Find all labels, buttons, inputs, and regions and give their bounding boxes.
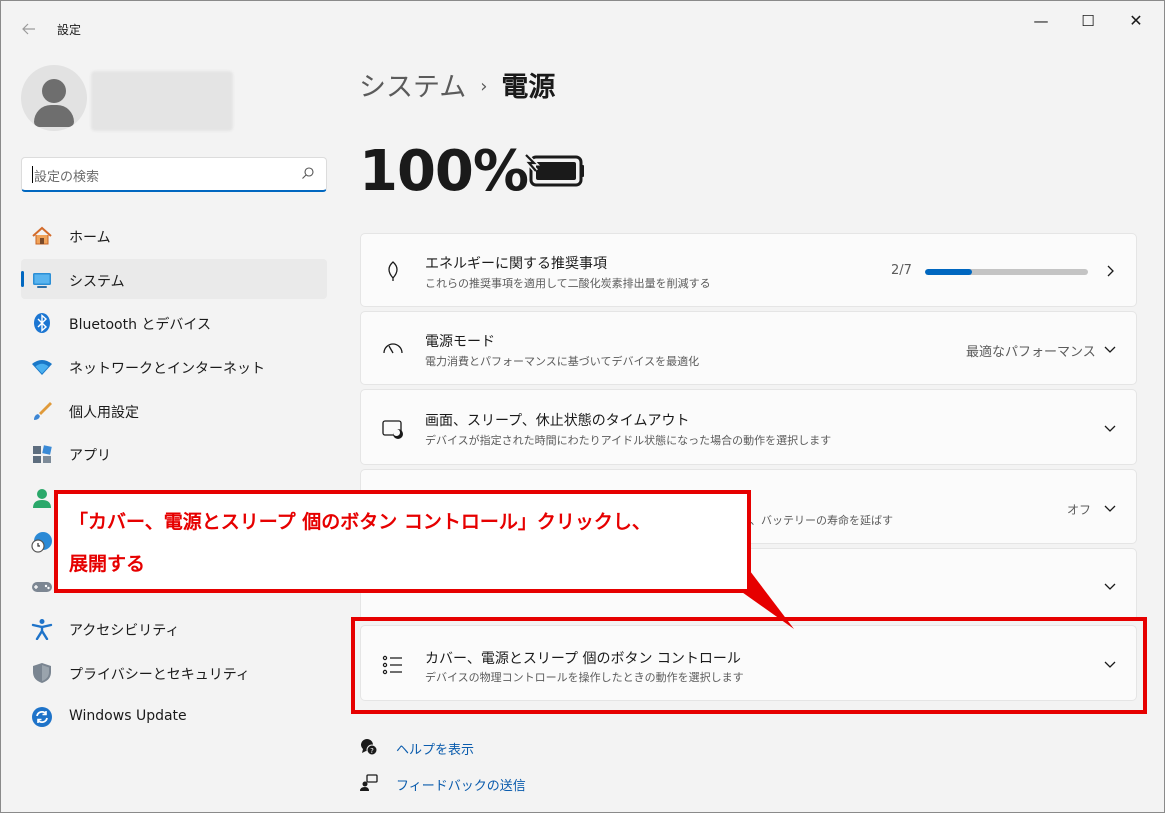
recommendation-count: 2/7: [891, 263, 912, 278]
time-language-icon: [31, 531, 52, 553]
user-profile[interactable]: [21, 65, 321, 133]
power-mode-card[interactable]: 電源モード 電力消費とパフォーマンスに基づいてデバイスを最適化 最適なパフォーマ…: [360, 311, 1137, 385]
chevron-right-icon: [1107, 265, 1114, 277]
speedometer-icon: [383, 343, 403, 354]
progress-fill: [925, 269, 972, 275]
card-title: 電源モード: [425, 334, 495, 350]
leaf-icon: [388, 261, 398, 281]
shield-icon: [33, 662, 51, 683]
gaming-icon: [32, 581, 52, 592]
screen-sleep-icon: [382, 420, 403, 439]
breadcrumb-parent[interactable]: システム: [359, 72, 466, 103]
maximize-button[interactable]: ☐: [1065, 7, 1111, 35]
sidebar-item-label: ホーム: [69, 230, 111, 246]
apps-icon: [33, 445, 52, 464]
annotation-callout: 「カバー、電源とスリープ 個のボタン コントロール」クリックし、 展開する: [54, 490, 751, 593]
svg-text:?: ?: [370, 747, 374, 755]
sidebar-item-label: ネットワークとインターネット: [69, 361, 265, 378]
sidebar-item-privacy[interactable]: プライバシーとセキュリティ: [21, 652, 327, 692]
breadcrumb-separator: ›: [480, 76, 488, 97]
power-mode-select[interactable]: 最適なパフォーマンス: [966, 341, 1096, 360]
chevron-down-icon[interactable]: [1102, 341, 1118, 357]
sidebar-item-home[interactable]: ホーム: [21, 215, 327, 255]
sidebar-item-label: システム: [69, 273, 125, 290]
battery-charging-icon: [525, 153, 584, 187]
screen-sleep-timeout-card[interactable]: 画面、スリープ、休止状態のタイムアウト デバイスが指定された時間にわたりアイドル…: [360, 389, 1137, 465]
wifi-icon: [32, 360, 52, 376]
minimize-button[interactable]: —: [1018, 7, 1064, 35]
accessibility-icon: [31, 619, 53, 641]
battery-saver-status: オフ: [1067, 503, 1092, 517]
card-description: これらの推奨事項を適用して二酸化炭素排出量を削減する: [425, 277, 711, 290]
card-description: 電力消費とパフォーマンスに基づいてデバイスを最適化: [425, 355, 700, 368]
sidebar-nav: ホーム システム Bluetooth とデバイス ネットワークとインターネット: [21, 215, 327, 739]
sidebar-item-label: Bluetooth とデバイス: [69, 317, 211, 334]
search-placeholder: 設定の検索: [34, 170, 100, 185]
annotation-text-line1: 「カバー、電源とスリープ 個のボタン コントロール」クリックし、: [69, 511, 651, 533]
breadcrumb: システム › 電源: [359, 65, 555, 104]
selection-indicator: [21, 270, 24, 287]
accounts-icon: [33, 489, 51, 509]
sidebar-item-label: 個人用設定: [69, 404, 139, 421]
card-title: 画面、スリープ、休止状態のタイムアウト: [425, 413, 690, 429]
card-title: エネルギーに関する推奨事項: [425, 256, 607, 272]
home-icon: [32, 226, 52, 245]
app-title: 設定: [57, 23, 82, 37]
feedback-link-label: フィードバックの送信: [396, 779, 526, 794]
sidebar-item-apps[interactable]: アプリ: [21, 433, 327, 473]
chevron-down-icon[interactable]: [1102, 420, 1118, 436]
back-button[interactable]: [15, 15, 43, 43]
search-input[interactable]: 設定の検索: [21, 157, 327, 192]
settings-window: 設定 — ☐ ✕ 設定の検索 ホーム システム Bluetooth とデバイス …: [0, 0, 1165, 813]
help-icon: ?: [361, 739, 378, 756]
annotation-highlight-box: [351, 617, 1147, 714]
battery-percentage: 100%: [359, 139, 529, 204]
sidebar-item-network[interactable]: ネットワークとインターネット: [21, 346, 327, 386]
help-link-label: ヘルプを表示: [396, 743, 475, 758]
sidebar-item-bluetooth[interactable]: Bluetooth とデバイス: [21, 302, 327, 342]
system-icon: [33, 272, 51, 288]
chevron-down-icon[interactable]: [1102, 578, 1118, 594]
profile-name-redacted: [91, 71, 233, 131]
energy-recommendations-card[interactable]: エネルギーに関する推奨事項 これらの推奨事項を適用して二酸化炭素排出量を削減する…: [360, 233, 1137, 307]
sidebar-item-system[interactable]: システム: [21, 258, 327, 299]
feedback-icon: [360, 774, 378, 791]
card-description: デバイスが指定された時間にわたりアイドル状態になった場合の動作を選択します: [425, 434, 832, 447]
update-icon: [32, 706, 52, 727]
bluetooth-icon: [34, 313, 50, 334]
avatar: [21, 65, 87, 131]
sidebar-item-label: プライバシーとセキュリティ: [69, 666, 250, 683]
sidebar-item-label: Windows Update: [69, 707, 187, 724]
sidebar-item-label: アクセシビリティ: [69, 623, 180, 640]
chevron-down-icon[interactable]: [1102, 500, 1118, 516]
annotation-text-line2: 展開する: [69, 553, 146, 575]
title-bar: 設定 — ☐ ✕: [1, 1, 1165, 45]
sidebar-item-label: アプリ: [69, 448, 111, 465]
recommendation-progress-bar: [925, 269, 1088, 275]
back-arrow-icon: [22, 23, 35, 35]
page-title: 電源: [501, 72, 556, 103]
close-button[interactable]: ✕: [1113, 7, 1159, 35]
sidebar-item-accessibility[interactable]: アクセシビリティ: [21, 608, 327, 648]
sidebar-item-windows-update[interactable]: Windows Update: [21, 696, 327, 736]
sidebar-item-personalization[interactable]: 個人用設定: [21, 390, 327, 430]
search-icon: [302, 167, 314, 179]
brush-icon: [34, 401, 52, 420]
